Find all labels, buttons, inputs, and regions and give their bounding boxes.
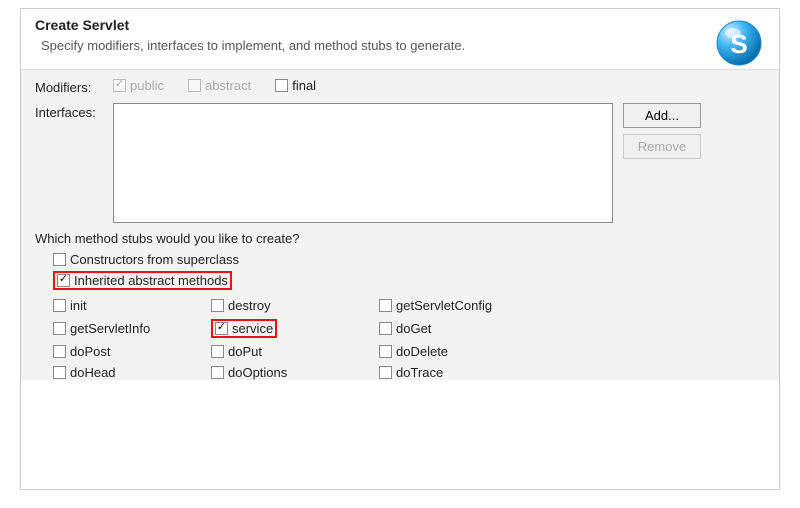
svg-text:S: S [730, 29, 747, 59]
checkbox-icon [53, 345, 66, 358]
doHead-label: doHead [70, 365, 116, 380]
getServletConfig-checkbox[interactable]: getServletConfig [379, 298, 579, 313]
dialog-subtitle: Specify modifiers, interfaces to impleme… [41, 37, 561, 55]
doGet-checkbox[interactable]: doGet [379, 319, 579, 338]
abstract-label: abstract [205, 78, 251, 93]
inherited-checkbox[interactable]: Inherited abstract methods [53, 271, 765, 290]
checkbox-icon [379, 299, 392, 312]
checkbox-inner: doHead [53, 365, 116, 380]
doPut-checkbox[interactable]: doPut [211, 344, 379, 359]
interfaces-label: Interfaces: [35, 103, 113, 120]
checkbox-icon [215, 322, 228, 335]
dialog-content: Modifiers: public abstract final [21, 70, 779, 380]
modifiers-row: Modifiers: public abstract final [35, 78, 765, 95]
modifiers-label: Modifiers: [35, 78, 113, 95]
public-checkbox: public [113, 78, 164, 93]
doDelete-label: doDelete [396, 344, 448, 359]
doGet-label: doGet [396, 321, 431, 336]
doOptions-checkbox[interactable]: doOptions [211, 365, 379, 380]
checkbox-icon [113, 79, 126, 92]
remove-button[interactable]: Remove [623, 134, 701, 159]
doOptions-label: doOptions [228, 365, 287, 380]
checkbox-inner: doOptions [211, 365, 287, 380]
doDelete-checkbox[interactable]: doDelete [379, 344, 579, 359]
constructors-checkbox[interactable]: Constructors from superclass [53, 252, 765, 267]
checkbox-icon [53, 299, 66, 312]
method-stubs-section: Which method stubs would you like to cre… [35, 231, 765, 380]
interfaces-row: Interfaces: Add... Remove [35, 103, 765, 223]
checkbox-inner: doPost [53, 344, 110, 359]
checkbox-icon [211, 299, 224, 312]
final-label: final [292, 78, 316, 93]
dialog-title: Create Servlet [35, 17, 765, 33]
inherited-label: Inherited abstract methods [74, 273, 228, 288]
highlight-box: Inherited abstract methods [53, 271, 232, 290]
final-checkbox[interactable]: final [275, 78, 316, 93]
checkbox-icon [53, 366, 66, 379]
destroy-label: destroy [228, 298, 271, 313]
servlet-icon: S [713, 17, 765, 69]
checkbox-inner: getServletInfo [53, 321, 150, 336]
checkbox-inner: doDelete [379, 344, 448, 359]
init-label: init [70, 298, 87, 313]
checkbox-inner: getServletConfig [379, 298, 492, 313]
checkbox-inner: doTrace [379, 365, 443, 380]
checkbox-icon [379, 345, 392, 358]
checkbox-icon [57, 274, 70, 287]
doHead-checkbox[interactable]: doHead [53, 365, 211, 380]
constructors-label: Constructors from superclass [70, 252, 239, 267]
init-checkbox[interactable]: init [53, 298, 211, 313]
doTrace-label: doTrace [396, 365, 443, 380]
checkbox-icon [211, 345, 224, 358]
doPut-label: doPut [228, 344, 262, 359]
dialog-header: Create Servlet Specify modifiers, interf… [21, 9, 779, 70]
getServletInfo-checkbox[interactable]: getServletInfo [53, 319, 211, 338]
getServletInfo-label: getServletInfo [70, 321, 150, 336]
abstract-checkbox: abstract [188, 78, 251, 93]
checkbox-inner: doPut [211, 344, 262, 359]
service-checkbox[interactable]: service [211, 319, 379, 338]
checkbox-icon [211, 366, 224, 379]
checkbox-inner: destroy [211, 298, 271, 313]
checkbox-inner: init [53, 298, 87, 313]
stubs-question: Which method stubs would you like to cre… [35, 231, 765, 246]
interfaces-listbox[interactable] [113, 103, 613, 223]
highlight-box: service [211, 319, 277, 338]
doPost-checkbox[interactable]: doPost [53, 344, 211, 359]
checkbox-icon [379, 366, 392, 379]
checkbox-icon [379, 322, 392, 335]
checkbox-inner: doGet [379, 321, 431, 336]
destroy-checkbox[interactable]: destroy [211, 298, 379, 313]
checkbox-icon [275, 79, 288, 92]
checkbox-inner: Constructors from superclass [53, 252, 239, 267]
doPost-label: doPost [70, 344, 110, 359]
doTrace-checkbox[interactable]: doTrace [379, 365, 579, 380]
checkbox-icon [188, 79, 201, 92]
create-servlet-dialog: Create Servlet Specify modifiers, interf… [21, 9, 779, 489]
add-button[interactable]: Add... [623, 103, 701, 128]
getServletConfig-label: getServletConfig [396, 298, 492, 313]
public-label: public [130, 78, 164, 93]
checkbox-icon [53, 322, 66, 335]
service-label: service [232, 321, 273, 336]
checkbox-icon [53, 253, 66, 266]
